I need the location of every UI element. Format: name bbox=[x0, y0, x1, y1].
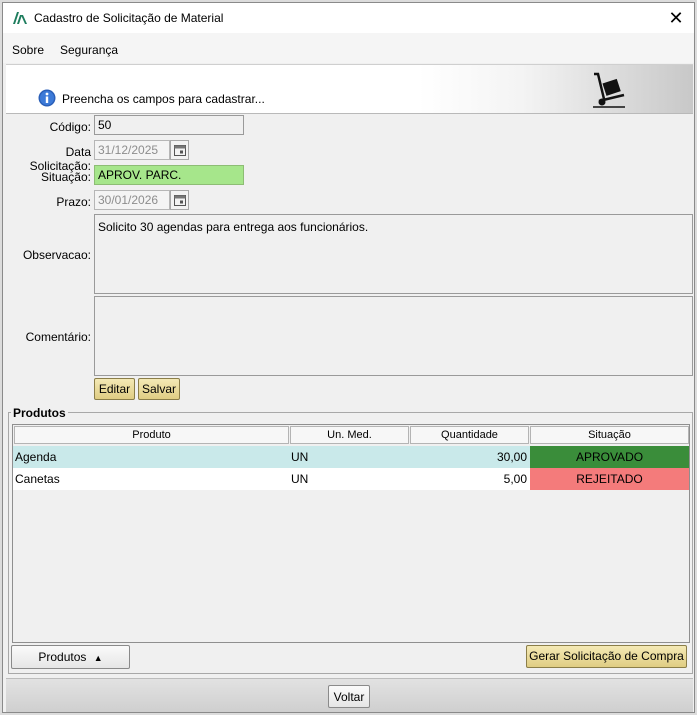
cell-quantidade: 5,00 bbox=[503, 472, 527, 486]
comentario-textarea[interactable] bbox=[94, 296, 693, 376]
salvar-button[interactable]: Salvar bbox=[138, 378, 180, 400]
main-window: Cadastro de Solicitação de Material ✕ So… bbox=[2, 2, 695, 713]
comentario-label: Comentário: bbox=[25, 330, 91, 344]
prazo-label: Prazo: bbox=[56, 195, 91, 209]
window-title: Cadastro de Solicitação de Material bbox=[34, 11, 224, 25]
table-row[interactable]: Canetas UN 5,00 REJEITADO bbox=[13, 468, 689, 490]
prazo-calendar-button[interactable] bbox=[170, 190, 189, 210]
codigo-field[interactable]: 50 bbox=[94, 115, 244, 135]
calendar-icon bbox=[174, 195, 186, 206]
produtos-menu-button[interactable]: Produtos ▲ bbox=[11, 645, 130, 669]
cell-produto: Canetas bbox=[15, 472, 60, 486]
cell-situacao-rejeitado: REJEITADO bbox=[530, 468, 689, 490]
column-header-produto[interactable]: Produto bbox=[14, 426, 289, 444]
cell-quantidade: 30,00 bbox=[496, 450, 527, 464]
menu-sobre[interactable]: Sobre bbox=[12, 43, 44, 57]
editar-button[interactable]: Editar bbox=[94, 378, 135, 400]
produtos-grid: Produto Un. Med. Quantidade Situação Age… bbox=[12, 424, 690, 643]
column-header-quantidade[interactable]: Quantidade bbox=[410, 426, 529, 444]
prazo-field[interactable]: 30/01/2026 bbox=[94, 190, 170, 210]
gerar-solicitacao-compra-button[interactable]: Gerar Solicitação de Compra bbox=[526, 645, 687, 668]
menu-bar: Sobre Segurança bbox=[3, 33, 694, 63]
title-bar: Cadastro de Solicitação de Material ✕ bbox=[3, 3, 694, 33]
cell-situacao-aprovado: APROVADO bbox=[530, 446, 689, 468]
caret-up-icon: ▲ bbox=[93, 653, 103, 663]
data-solicitacao-label: Data Solicitação: bbox=[29, 145, 91, 173]
produtos-group-title: Produtos bbox=[11, 406, 68, 420]
data-calendar-button[interactable] bbox=[170, 140, 189, 160]
situacao-field[interactable]: APROV. PARC. bbox=[94, 165, 244, 185]
column-header-un-med[interactable]: Un. Med. bbox=[290, 426, 409, 444]
cell-un-med: UN bbox=[291, 472, 309, 486]
menu-seguranca[interactable]: Segurança bbox=[60, 43, 118, 57]
cell-un-med: UN bbox=[291, 450, 309, 464]
column-header-situacao[interactable]: Situação bbox=[530, 426, 689, 444]
calendar-icon bbox=[174, 145, 186, 156]
codigo-label: Código: bbox=[49, 120, 91, 134]
grid-header: Produto Un. Med. Quantidade Situação bbox=[13, 425, 689, 445]
info-icon bbox=[38, 89, 56, 107]
footer-bar: Voltar bbox=[6, 678, 693, 712]
close-icon[interactable]: ✕ bbox=[664, 6, 688, 30]
hand-truck-icon bbox=[593, 72, 625, 108]
observacao-label: Observacao: bbox=[22, 248, 91, 262]
cell-produto: Agenda bbox=[15, 450, 57, 464]
data-solicitacao-field[interactable]: 31/12/2025 bbox=[94, 140, 170, 160]
produtos-button-label: Produtos bbox=[38, 650, 87, 664]
app-logo-icon bbox=[13, 12, 27, 24]
situacao-label: Situação: bbox=[40, 170, 91, 184]
observacao-textarea[interactable]: Solicito 30 agendas para entrega aos fun… bbox=[94, 214, 693, 294]
voltar-button[interactable]: Voltar bbox=[328, 685, 370, 708]
banner-text: Preencha os campos para cadastrar... bbox=[62, 92, 265, 106]
table-row[interactable]: Agenda UN 30,00 APROVADO bbox=[13, 446, 689, 468]
info-banner: Preencha os campos para cadastrar... bbox=[6, 64, 693, 114]
